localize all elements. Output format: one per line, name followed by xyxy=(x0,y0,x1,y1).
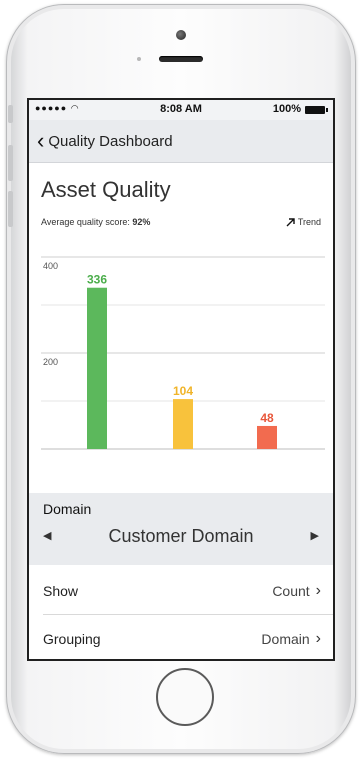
main-content: Asset Quality Average quality score: 92%… xyxy=(29,177,333,457)
arrow-up-right-icon xyxy=(286,217,295,226)
grouping-label: Grouping xyxy=(43,630,101,647)
chevron-right-icon: › xyxy=(315,581,321,599)
bar-acceptable xyxy=(87,287,107,449)
bar-value-label: 336 xyxy=(87,273,107,287)
summary-row: Average quality score: 92% Trend xyxy=(41,217,321,227)
grouping-value: Domain xyxy=(261,630,310,647)
domain-label: Domain xyxy=(43,501,92,517)
back-chevron-icon[interactable]: ‹ xyxy=(37,130,44,152)
quality-chart: 400200336Acceptable104At Risk48Unaccepta… xyxy=(41,227,325,457)
average-score-label: Average quality score: xyxy=(41,217,130,227)
mute-switch xyxy=(8,105,13,123)
home-button[interactable] xyxy=(156,668,214,726)
status-bar: ●●●●● ◠ 8:08 AM 100% xyxy=(29,100,333,120)
earpiece-speaker xyxy=(159,56,203,62)
bar-unacceptable xyxy=(257,425,277,449)
next-arrow-icon[interactable]: ▶ xyxy=(311,529,319,542)
y-tick-label: 400 xyxy=(43,261,58,271)
average-score-value: 92% xyxy=(132,217,151,227)
page-title: Asset Quality xyxy=(41,177,171,202)
volume-up-button xyxy=(8,145,13,181)
average-score: Average quality score: 92% xyxy=(41,217,150,227)
show-label: Show xyxy=(43,582,79,599)
domain-selector: Domain ◀ Customer Domain ▶ xyxy=(29,493,333,565)
show-value: Count xyxy=(272,582,310,599)
battery-icon xyxy=(305,106,328,114)
trend-link[interactable]: Trend xyxy=(286,217,321,227)
bar-value-label: 48 xyxy=(260,411,274,425)
bar-at-risk xyxy=(173,399,193,449)
show-row[interactable]: Show Count › xyxy=(43,567,333,614)
navigation-bar: ‹ Quality Dashboard xyxy=(29,120,333,163)
bar-chart: 400200336Acceptable104At Risk48Unaccepta… xyxy=(41,256,325,450)
y-tick-label: 200 xyxy=(43,357,58,367)
chevron-right-icon: › xyxy=(315,629,321,647)
back-button[interactable]: Quality Dashboard xyxy=(48,133,172,150)
domain-value[interactable]: Customer Domain xyxy=(29,526,333,547)
battery-percent: 100% xyxy=(272,103,301,115)
trend-label: Trend xyxy=(297,217,321,227)
proximity-sensor xyxy=(137,57,141,61)
volume-down-button xyxy=(8,191,13,227)
front-camera xyxy=(176,30,186,40)
phone-screen: ●●●●● ◠ 8:08 AM 100% ‹ Quality Dashboard… xyxy=(27,98,335,661)
bar-value-label: 104 xyxy=(173,384,193,398)
grouping-row[interactable]: Grouping Domain › xyxy=(43,615,333,659)
